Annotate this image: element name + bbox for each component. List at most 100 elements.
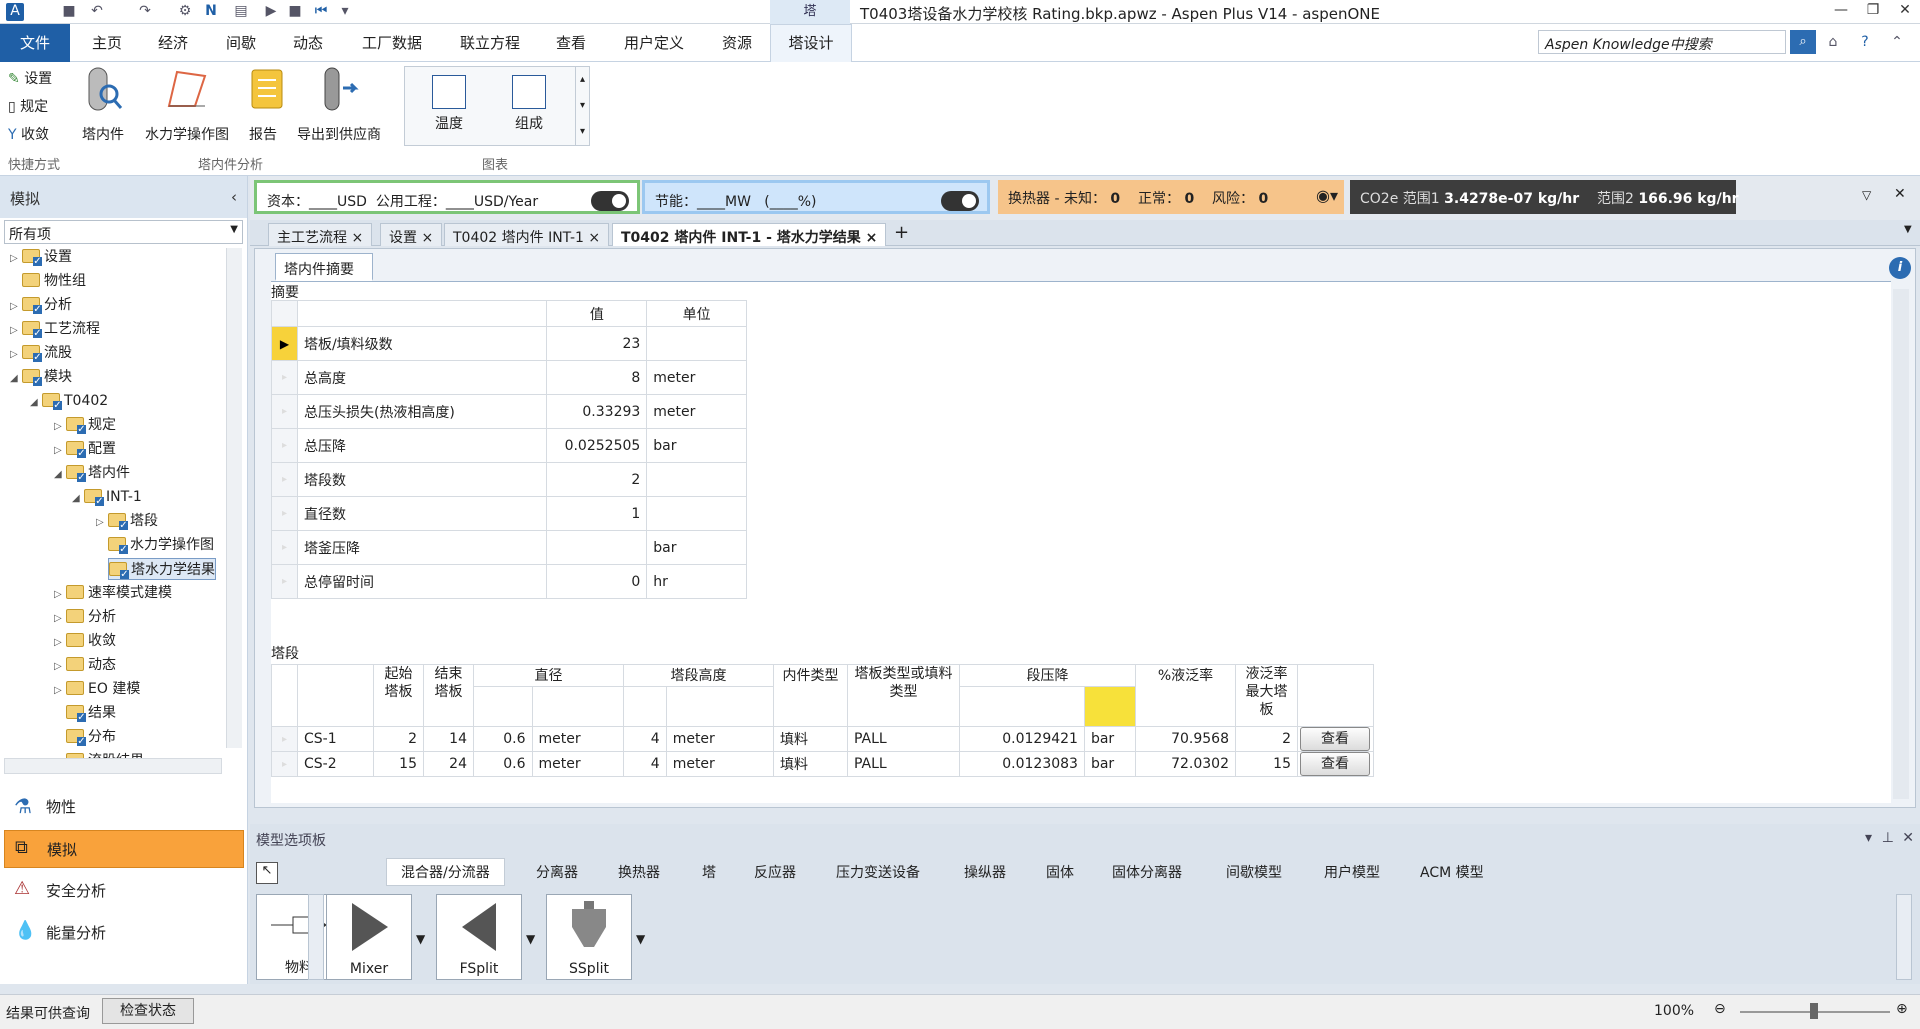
close-icon[interactable]: ×	[421, 230, 433, 246]
menu-home[interactable]: 主页	[92, 32, 122, 53]
table-row[interactable]: ▸ 总压降 0.0252505 bar	[271, 428, 747, 463]
palette-tab-solids[interactable]: 固体	[1046, 862, 1074, 882]
pin-icon[interactable]: ⊥	[1882, 830, 1894, 846]
tree-item-setup[interactable]: ▷设置	[10, 246, 72, 268]
info-icon[interactable]: i	[1889, 257, 1911, 279]
palette-tab-acm[interactable]: ACM 模型	[1420, 862, 1484, 882]
tab-setup[interactable]: 设置 ×	[380, 223, 443, 246]
table-row[interactable]: ▸ 塔段数 2	[271, 462, 747, 497]
hydraulic-plot-button[interactable]: 水力学操作图	[140, 66, 234, 144]
view-button[interactable]: 查看	[1300, 727, 1370, 751]
summary-dropdown-icon[interactable]: ▽	[1862, 188, 1871, 202]
table-row[interactable]: ▸ 塔釜压降 bar	[271, 530, 747, 565]
menu-plant-data[interactable]: 工厂数据	[362, 32, 422, 53]
table-row[interactable]: ▶ 塔板/填料级数 23	[271, 326, 747, 361]
palette-tab-solids-sep[interactable]: 固体分离器	[1112, 862, 1182, 882]
nav-energy-button[interactable]: 💧 能量分析	[4, 914, 244, 952]
menu-economics[interactable]: 经济	[158, 32, 188, 53]
model-mixer[interactable]: Mixer	[326, 894, 412, 980]
tree-item-results[interactable]: 结果	[66, 702, 116, 724]
undo-icon[interactable]: ↶	[88, 3, 106, 21]
tree-item-streams[interactable]: ▷流股	[10, 342, 72, 364]
tree-item-block-analysis[interactable]: ▷ 分析	[54, 606, 116, 628]
n-icon[interactable]: N	[202, 3, 220, 21]
energy-toggle[interactable]	[941, 191, 979, 211]
menu-view[interactable]: 查看	[556, 32, 586, 53]
palette-tab-columns[interactable]: 塔	[702, 862, 716, 882]
tab-hydraulic-results[interactable]: T0402 塔内件 INT-1 - 塔水力学结果 ×	[612, 223, 887, 246]
tab-internals-summary[interactable]: 塔内件摘要	[275, 253, 373, 281]
close-button[interactable]: ✕	[1890, 2, 1920, 22]
reset-icon[interactable]: ⏮	[312, 3, 330, 21]
redo-icon[interactable]: ↷	[136, 3, 154, 21]
tree-item-blocks[interactable]: ◢模块	[10, 366, 72, 388]
zoom-out-icon[interactable]: ⊖	[1714, 1001, 1726, 1017]
capital-toggle[interactable]	[591, 191, 629, 211]
palette-dropdown-icon[interactable]: ▾	[1865, 830, 1872, 846]
table-row[interactable]: ▸ 总停留时间 0 hr	[271, 564, 747, 599]
pointer-icon[interactable]: ↖	[256, 862, 278, 884]
palette-tab-exchangers[interactable]: 换热器	[618, 862, 660, 882]
tree-item-flowsheet[interactable]: ▷工艺流程	[10, 318, 100, 340]
ribbon-specifications-button[interactable]: ▯ 规定	[8, 96, 48, 116]
collapse-pane-icon[interactable]: ‹	[231, 188, 237, 206]
tree-item-column-internals[interactable]: ◢塔内件	[54, 462, 130, 484]
export-vendor-button[interactable]: 导出到供应商	[292, 66, 386, 144]
summary-close-icon[interactable]: ✕	[1894, 186, 1906, 202]
composition-chart-button[interactable]: 组成	[505, 75, 553, 133]
tree-item-hydraulic-results[interactable]: 塔水力学结果	[108, 558, 216, 580]
minimize-button[interactable]: —	[1826, 2, 1856, 22]
gallery-scroll[interactable]: ▴ ▾ ▾	[575, 67, 589, 145]
tab-int-1[interactable]: T0402 塔内件 INT-1 ×	[444, 223, 610, 246]
tab-main-flowsheet[interactable]: 主工艺流程 ×	[268, 223, 373, 246]
table-row[interactable]: ▸ 总高度 8 meter	[271, 360, 747, 395]
control-panel-icon[interactable]: ▤	[232, 3, 250, 21]
next-icon[interactable]: ⚙	[176, 3, 194, 21]
tree-item-block-convergence[interactable]: ▷ 收敛	[54, 630, 116, 652]
stop-icon[interactable]: ■	[286, 3, 304, 21]
tree-item-dynamic[interactable]: ▷ 动态	[54, 654, 116, 676]
check-status-button[interactable]: 检查状态	[102, 998, 194, 1024]
tree-vertical-scrollbar[interactable]	[226, 248, 242, 748]
tab-list-icon[interactable]: ▼	[1904, 224, 1912, 235]
restore-button[interactable]: ❐	[1858, 2, 1888, 22]
tree-item-profiles[interactable]: 分布	[66, 726, 116, 748]
tree-item-rate-based[interactable]: ▷ 速率模式建模	[54, 582, 172, 604]
tree-item-property-sets[interactable]: 物性组	[10, 270, 86, 292]
table-row[interactable]: ▸ 总压头损失(热液相高度) 0.33293 meter	[271, 394, 747, 429]
zoom-in-icon[interactable]: ⊕	[1896, 1001, 1908, 1017]
menu-file[interactable]: 文件	[0, 24, 70, 62]
form-vertical-scrollbar[interactable]	[1893, 289, 1909, 799]
add-tab-icon[interactable]: +	[894, 222, 909, 243]
search-icon[interactable]: ⌕	[1790, 30, 1816, 54]
palette-tab-mixers[interactable]: 混合器/分流器	[386, 858, 505, 886]
palette-tab-batch[interactable]: 间歇模型	[1226, 862, 1282, 882]
ribbon-setup-button[interactable]: ✎ 设置	[8, 68, 52, 88]
tree-item-t0402[interactable]: ◢T0402	[30, 390, 108, 412]
report-button[interactable]: 报告	[246, 66, 283, 144]
nav-simulation-button[interactable]: ⧉ 模拟	[4, 830, 244, 868]
model-fsplit[interactable]: FSplit	[436, 894, 522, 980]
customize-icon[interactable]: ▾	[336, 3, 354, 21]
chevron-down-icon[interactable]: ▼	[526, 932, 535, 946]
hx-options-icon[interactable]: ◉▾	[1316, 186, 1338, 205]
table-row[interactable]: ▸ CS-1 2 14 0.6 meter 4 meter 填料 PALL 0.…	[271, 726, 1374, 752]
table-row[interactable]: ▸ CS-2 15 24 0.6 meter 4 meter 填料 PALL 0…	[271, 751, 1374, 777]
tree-item-specifications[interactable]: ▷规定	[54, 414, 116, 436]
menu-batch[interactable]: 间歇	[226, 32, 256, 53]
close-icon[interactable]: ×	[588, 230, 600, 246]
model-ssplit[interactable]: SSplit	[546, 894, 632, 980]
column-internals-button[interactable]: 塔内件	[78, 66, 128, 144]
palette-tab-pressure[interactable]: 压力变送设备	[836, 862, 920, 882]
collapse-ribbon-icon[interactable]: ⌂	[1824, 34, 1842, 52]
palette-tab-user[interactable]: 用户模型	[1324, 862, 1380, 882]
help-icon[interactable]: ?	[1856, 34, 1874, 52]
tree-item-int-1[interactable]: ◢INT-1	[72, 486, 142, 508]
menu-equation-oriented[interactable]: 联立方程	[460, 32, 520, 53]
close-icon[interactable]: ×	[866, 230, 878, 246]
menu-dynamics[interactable]: 动态	[293, 32, 323, 53]
ribbon-convergence-button[interactable]: Y 收敛	[8, 124, 49, 144]
expand-icon[interactable]: ⌃	[1888, 34, 1906, 52]
save-icon[interactable]: ■	[60, 3, 78, 21]
view-button[interactable]: 查看	[1300, 752, 1370, 776]
